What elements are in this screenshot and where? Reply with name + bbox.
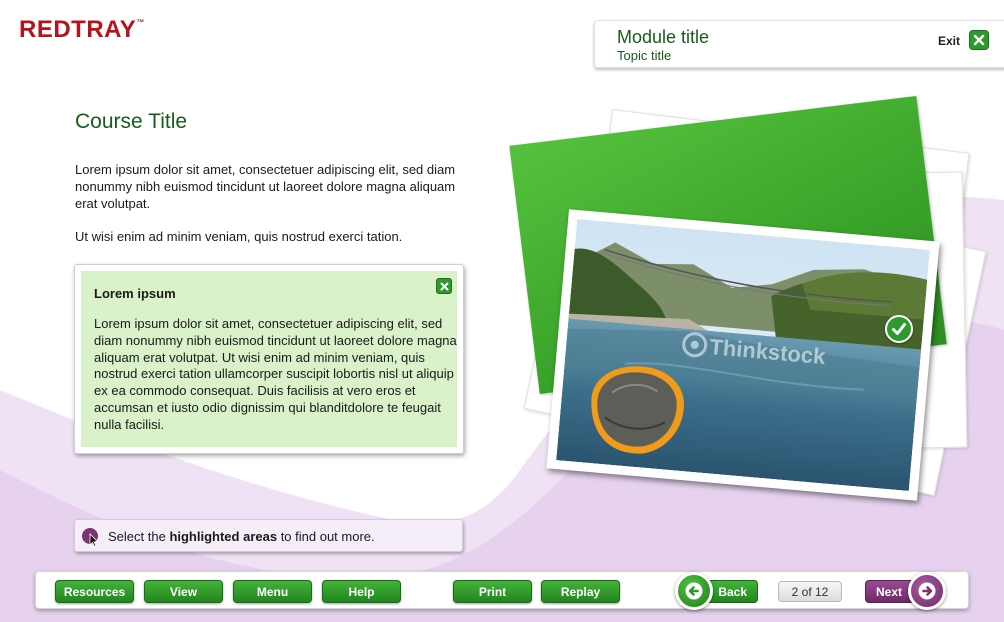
bottom-navigation-bar: Resources View Menu Help Print Replay Ba…: [35, 571, 969, 610]
secondary-paragraph: Ut wisi enim ad minim veniam, quis nostr…: [75, 229, 403, 244]
next-label: Next: [876, 584, 903, 599]
instruction-suffix: to find out more.: [277, 529, 375, 544]
photo-collage: Thinkstock: [505, 90, 1000, 510]
popup-content-area: Lorem ipsum Lorem ipsum dolor sit amet, …: [81, 271, 457, 447]
river-photo: Thinkstock: [556, 219, 930, 491]
next-arrow-button[interactable]: [908, 572, 946, 610]
photo-frame: Thinkstock: [546, 209, 940, 501]
exit-button[interactable]: [969, 30, 989, 50]
river-landscape-image: Thinkstock: [556, 219, 930, 491]
close-icon: [440, 282, 448, 290]
instruction-text: Select the highlighted areas to find out…: [108, 529, 375, 544]
print-button[interactable]: Print: [453, 580, 532, 603]
instruction-highlight: highlighted areas: [169, 529, 278, 544]
resources-button[interactable]: Resources: [55, 580, 134, 603]
pointer-cursor-icon: [82, 528, 99, 547]
menu-button[interactable]: Menu: [233, 580, 312, 603]
page-counter: 2 of 12: [778, 581, 842, 602]
back-label: Back: [718, 584, 747, 599]
popup-heading: Lorem ipsum: [94, 286, 176, 301]
module-header: Module title Topic title Exit: [594, 20, 1004, 68]
course-title: Course Title: [75, 110, 188, 133]
instruction-bar: Select the highlighted areas to find out…: [74, 519, 463, 552]
back-arrow-button[interactable]: [675, 572, 713, 610]
arrow-left-icon: [685, 582, 703, 600]
help-button[interactable]: Help: [322, 580, 401, 603]
logo-text: REDTRAY: [19, 16, 137, 43]
logo-trademark: ™: [136, 18, 145, 27]
view-button[interactable]: View: [144, 580, 223, 603]
module-title: Module title: [617, 27, 710, 47]
popup-close-button[interactable]: [436, 278, 452, 294]
close-icon: [973, 34, 985, 46]
redtray-logo: REDTRAY™: [19, 16, 145, 44]
replay-button[interactable]: Replay: [541, 580, 620, 603]
instruction-prefix: Select the: [108, 529, 170, 544]
topic-title: Topic title: [617, 48, 672, 63]
info-popup: Lorem ipsum Lorem ipsum dolor sit amet, …: [74, 264, 464, 454]
exit-label[interactable]: Exit: [938, 34, 960, 48]
popup-body: Lorem ipsum dolor sit amet, consectetuer…: [94, 316, 457, 432]
arrow-right-icon: [918, 582, 936, 600]
hotspot-complete-badge[interactable]: [885, 315, 913, 343]
intro-paragraph: Lorem ipsum dolor sit amet, consectetuer…: [75, 162, 456, 211]
checkmark-icon: [892, 323, 906, 335]
